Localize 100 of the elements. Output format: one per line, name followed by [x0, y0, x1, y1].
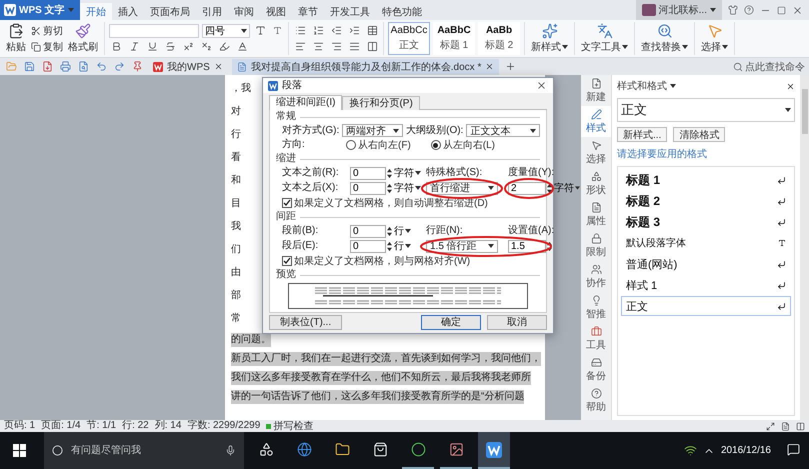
checkmark-icon [283, 199, 291, 207]
document-text: 们 [231, 243, 241, 257]
save-button[interactable] [22, 60, 36, 74]
ribbon-tool-button[interactable]: 文字工具 [579, 23, 630, 54]
format-painter-button[interactable]: 格式刷 [66, 23, 100, 54]
section-heading: 预览 [276, 269, 296, 281]
current-style-dropdown[interactable]: 正文 [617, 98, 795, 122]
cortana-icon [52, 445, 63, 456]
distribute-button[interactable] [365, 40, 379, 54]
document-text: 我 [231, 220, 241, 234]
sidebar-item[interactable]: 帮助 [581, 385, 611, 416]
avatar [642, 4, 656, 16]
outline-level-dropdown[interactable]: 正文文本 [466, 124, 540, 137]
ribbon-tab[interactable]: 页面布局 [144, 3, 196, 20]
unit-dropdown[interactable]: 字符 [554, 181, 580, 195]
ribbon-tool-button[interactable]: 新样式 [529, 23, 570, 54]
ribbon-tab[interactable]: 章节 [292, 3, 324, 20]
document-tab[interactable]: 我的WPS [148, 58, 228, 74]
indent-after-field[interactable]: 0 [350, 182, 386, 194]
caret-icon [68, 8, 74, 12]
ok-button[interactable]: 确定 [421, 315, 481, 330]
strikethrough-icon [164, 41, 176, 52]
close-icon [214, 62, 223, 71]
spin-arrows-icon[interactable] [546, 240, 552, 252]
sidebar-item[interactable]: 新建 [581, 75, 611, 106]
spin-arrows-icon[interactable] [387, 226, 392, 236]
ribbon-tab[interactable]: 插入 [112, 3, 144, 20]
tab-stops-button[interactable]: 制表位(T)... [269, 315, 342, 330]
scrollbar[interactable] [800, 75, 809, 420]
cut-button[interactable]: 剪切 [31, 24, 63, 38]
wps-logo-icon [153, 62, 163, 72]
style-gallery-item[interactable]: AaBbC 标题 1 [433, 22, 475, 55]
document-icon [236, 62, 247, 72]
spin-arrows-icon[interactable] [387, 168, 392, 178]
cancel-button[interactable]: 取消 [487, 315, 547, 330]
apply-format-link[interactable]: 请选择要应用的格式 [617, 147, 795, 161]
app-menu-button[interactable]: WPS 文字 [0, 0, 80, 20]
unit-dropdown[interactable]: 字符 [394, 181, 424, 195]
spell-check-button[interactable]: 拼写检查 [266, 419, 314, 433]
spin-arrows-icon[interactable] [387, 182, 392, 194]
clear-format-button[interactable]: 清除格式 [673, 127, 726, 142]
unit-dropdown[interactable]: 行 [394, 224, 424, 238]
dialog-title: 段落 [282, 80, 303, 92]
font-name-field[interactable] [109, 24, 199, 38]
sidebar-item[interactable]: 限制 [581, 230, 611, 261]
font-size-dropdown[interactable]: 四号 [202, 24, 250, 38]
sidebar-item[interactable]: 形状 [581, 168, 611, 199]
unit-dropdown[interactable]: 字符 [394, 166, 424, 180]
dialog-tab[interactable]: 缩进和间距(I) [269, 95, 342, 110]
sidebar-item[interactable]: 智推 [581, 292, 611, 323]
taskbar-search-field[interactable]: 有问题尽管问我 [44, 432, 244, 469]
sidebar-item[interactable]: 备份 [581, 354, 611, 385]
ribbon-tool-button[interactable]: 查找替换 [639, 23, 690, 54]
spin-arrows-icon[interactable] [546, 182, 552, 194]
table-button[interactable] [365, 24, 379, 38]
direction-radio[interactable]: 从右向左(F) [346, 138, 411, 152]
document-tab[interactable]: 我对提高自身组织领导能力及创新工作的体会.docx * [232, 58, 500, 74]
numbered-list-button[interactable] [311, 24, 325, 38]
copy-button[interactable]: 复制 [31, 40, 63, 54]
sidebar-item[interactable]: 样式 [581, 106, 611, 137]
document-text: 部 [231, 288, 241, 303]
line-spacing-dropdown[interactable]: 1.5 倍行距 [426, 240, 498, 252]
indent-before-field[interactable]: 0 [350, 166, 386, 180]
close-icon [786, 82, 795, 90]
ribbon-tool-button[interactable]: 选择 [699, 23, 730, 54]
special-indent-dropdown[interactable]: 首行缩进 [426, 182, 498, 194]
sidebar-item[interactable]: 选择 [581, 137, 611, 168]
print-button[interactable] [58, 60, 72, 74]
snap-grid-checkbox[interactable]: 如果定义了文档网格，则与网格对齐(W) [282, 254, 470, 268]
dialog-tab[interactable]: 换行和分页(P) [342, 96, 420, 110]
account-menu[interactable]: 河北联标... [636, 0, 722, 20]
new-style-button[interactable]: 新样式... [617, 127, 668, 142]
ribbon-tab[interactable]: 开发工具 [324, 3, 376, 20]
spacing-after-field[interactable]: 0 [350, 240, 386, 252]
alignment-dropdown[interactable]: 两端对齐 [342, 124, 404, 137]
style-gallery-item[interactable]: AaBbCc 正文 [388, 22, 430, 55]
set-value-field[interactable]: 1.5 [508, 240, 546, 252]
ribbon-tab[interactable]: 视图 [260, 3, 292, 20]
spacing-before-field[interactable]: 0 [350, 224, 386, 238]
paste-button[interactable]: 粘贴 [4, 23, 28, 54]
command-search-field[interactable]: 点此查找命令 [733, 60, 805, 74]
ribbon-tab[interactable]: 审阅 [228, 3, 260, 20]
document-icon [590, 202, 602, 212]
ribbon-tab[interactable]: 引用 [196, 3, 228, 20]
taskbar-app[interactable] [478, 432, 510, 469]
measure-field[interactable]: 2 [508, 182, 546, 194]
ribbon-tab[interactable]: 开始 [80, 3, 112, 20]
ribbon-tab[interactable]: 特色功能 [376, 3, 428, 20]
auto-adjust-checkbox[interactable]: 如果定义了文档网格，则自动调整右缩进(D) [282, 196, 488, 210]
sidebar-item[interactable]: 属性 [581, 199, 611, 230]
spin-arrows-icon[interactable] [387, 240, 392, 252]
sidebar-item[interactable]: 工具 [581, 323, 611, 354]
unit-dropdown[interactable]: 行 [394, 239, 424, 253]
highlighter-button[interactable] [217, 40, 231, 54]
style-gallery-item[interactable]: AaBb 标题 2 [478, 22, 520, 55]
bold-icon [110, 41, 122, 52]
direction-radio[interactable]: 从左向右(L) [430, 138, 496, 152]
print-preview-icon [78, 61, 88, 72]
sidebar-item[interactable]: 协作 [581, 261, 611, 292]
style-list-item[interactable]: 正文 [621, 296, 791, 316]
